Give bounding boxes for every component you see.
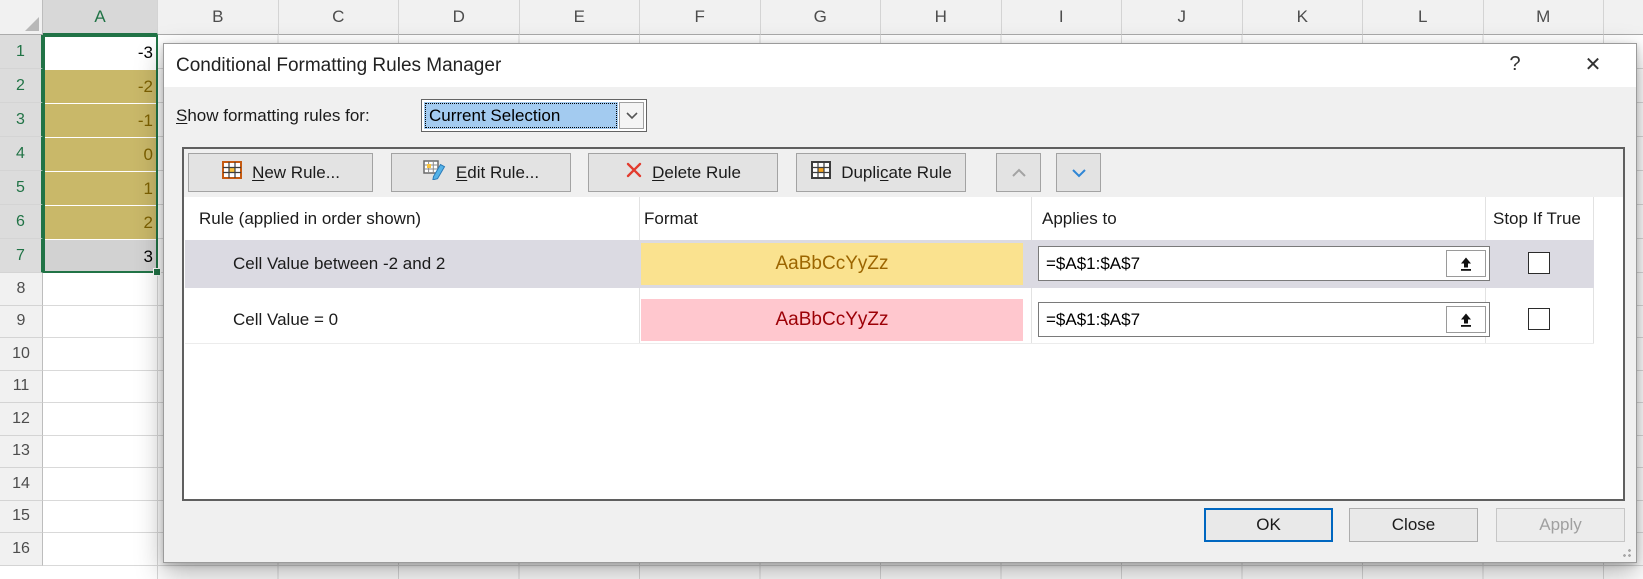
column-header-I[interactable]: I <box>1002 0 1123 35</box>
edit-rule-button[interactable]: Edit Rule... <box>391 153 571 192</box>
column-header-A[interactable]: A <box>43 0 158 35</box>
column-header-H[interactable]: H <box>881 0 1002 35</box>
rule-description: Cell Value = 0 <box>233 296 338 344</box>
new-rule-button[interactable]: New Rule... <box>188 153 373 192</box>
row-header-15[interactable]: 15 <box>0 501 43 534</box>
applies-to-input[interactable] <box>1040 304 1438 335</box>
table-edit-icon <box>423 160 447 185</box>
collapse-dialog-button[interactable] <box>1446 250 1486 277</box>
row-header-14[interactable]: 14 <box>0 468 43 501</box>
select-all-triangle-icon <box>25 17 39 31</box>
help-icon[interactable]: ? <box>1492 44 1538 85</box>
row-header-7[interactable]: 7 <box>0 239 43 273</box>
cell-A2[interactable]: -2 <box>44 70 158 103</box>
select-all-corner[interactable] <box>0 0 43 35</box>
collapse-dialog-icon <box>1458 312 1474 328</box>
cell-A7[interactable]: 3 <box>44 240 158 273</box>
duplicate-rule-button[interactable]: Duplicate Rule <box>796 153 966 192</box>
move-rule-down-button[interactable] <box>1056 153 1101 192</box>
column-header-applies-to: Applies to <box>1042 197 1117 240</box>
close-icon[interactable]: ✕ <box>1570 44 1616 85</box>
scope-dropdown[interactable]: Current Selection <box>421 99 647 132</box>
row-header-2[interactable]: 2 <box>0 69 43 103</box>
stop-if-true-checkbox[interactable] <box>1528 308 1550 330</box>
rule-row[interactable]: Cell Value between -2 and 2 AaBbCcYyZz <box>185 240 1594 288</box>
cell-A4[interactable]: 0 <box>44 138 158 171</box>
applies-to-input[interactable] <box>1040 248 1438 279</box>
ok-button[interactable]: OK <box>1204 508 1333 542</box>
row-header-12[interactable]: 12 <box>0 403 43 436</box>
table-new-icon <box>221 160 243 185</box>
row-header-16[interactable]: 16 <box>0 533 43 566</box>
column-header-C[interactable]: C <box>279 0 400 35</box>
column-header-F[interactable]: F <box>640 0 761 35</box>
rules-toolbar: New Rule... Edit Rule... Delete Rule Dup… <box>184 149 1623 197</box>
column-header-D[interactable]: D <box>399 0 520 35</box>
cell-A1[interactable]: -3 <box>44 36 158 69</box>
format-preview: AaBbCcYyZz <box>641 299 1023 341</box>
cell-A5[interactable]: 1 <box>44 172 158 205</box>
chevron-down-icon <box>625 111 639 120</box>
show-formatting-rules-label: Show formatting rules for: <box>176 99 370 132</box>
row-header-11[interactable]: 11 <box>0 371 43 404</box>
row-header-6[interactable]: 6 <box>0 205 43 239</box>
cell-A6[interactable]: 2 <box>44 206 158 239</box>
row-header-5[interactable]: 5 <box>0 171 43 205</box>
format-preview: AaBbCcYyZz <box>641 243 1023 285</box>
applies-to-field <box>1038 302 1490 337</box>
delete-x-icon <box>625 161 643 184</box>
row-header-3[interactable]: 3 <box>0 103 43 137</box>
rule-row[interactable]: Cell Value = 0 AaBbCcYyZz <box>185 296 1594 344</box>
move-rule-up-button[interactable] <box>996 153 1041 192</box>
stop-if-true-checkbox[interactable] <box>1528 252 1550 274</box>
column-header-stop-if-true: Stop If True <box>1493 197 1581 240</box>
scope-dropdown-value: Current Selection <box>424 102 618 129</box>
applies-to-field <box>1038 246 1490 281</box>
column-header-rule: Rule (applied in order shown) <box>199 197 421 240</box>
row-header-10[interactable]: 10 <box>0 338 43 371</box>
delete-rule-button[interactable]: Delete Rule <box>588 153 778 192</box>
collapse-dialog-icon <box>1458 256 1474 272</box>
column-header-J[interactable]: J <box>1122 0 1243 35</box>
dropdown-button[interactable] <box>619 102 644 129</box>
cell-A3[interactable]: -1 <box>44 104 158 137</box>
column-header-L[interactable]: L <box>1363 0 1484 35</box>
chevron-down-icon <box>1070 167 1088 179</box>
close-button[interactable]: Close <box>1349 508 1478 542</box>
table-duplicate-icon <box>810 160 832 185</box>
rules-list-container: New Rule... Edit Rule... Delete Rule Dup… <box>182 147 1625 501</box>
apply-button: Apply <box>1496 508 1625 542</box>
chevron-up-icon <box>1010 167 1028 179</box>
column-header-M[interactable]: M <box>1484 0 1605 35</box>
resize-grip[interactable] <box>1619 545 1632 558</box>
rule-description: Cell Value between -2 and 2 <box>233 240 445 288</box>
column-header-E[interactable]: E <box>520 0 641 35</box>
row-header-13[interactable]: 13 <box>0 436 43 469</box>
row-header-9[interactable]: 9 <box>0 306 43 339</box>
conditional-formatting-rules-manager-dialog: Conditional Formatting Rules Manager ? ✕… <box>163 43 1637 563</box>
row-header-8[interactable]: 8 <box>0 273 43 306</box>
dialog-titlebar: Conditional Formatting Rules Manager ? ✕ <box>164 44 1636 87</box>
column-header-format: Format <box>644 197 698 240</box>
row-header-1[interactable]: 1 <box>0 35 43 69</box>
collapse-dialog-button[interactable] <box>1446 306 1486 333</box>
row-header-4[interactable]: 4 <box>0 137 43 171</box>
column-header-K[interactable]: K <box>1243 0 1364 35</box>
column-header-G[interactable]: G <box>761 0 882 35</box>
column-header-B[interactable]: B <box>158 0 279 35</box>
column-header-N[interactable]: N <box>1604 0 1643 35</box>
dialog-title: Conditional Formatting Rules Manager <box>176 44 501 87</box>
